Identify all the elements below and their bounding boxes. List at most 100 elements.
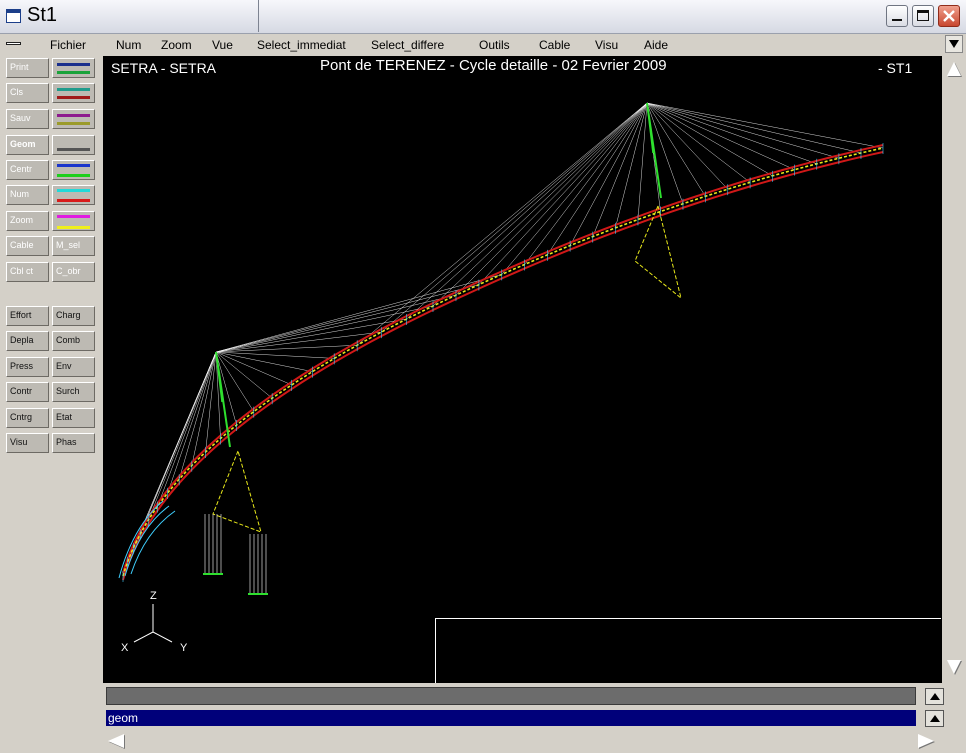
contr-button[interactable]: Contr — [6, 382, 49, 402]
color-swatch-button[interactable] — [52, 109, 95, 129]
m-sel-button[interactable]: M_sel — [52, 236, 95, 256]
menu-num[interactable]: Num — [116, 38, 141, 52]
stay-cable — [157, 351, 217, 507]
color-swatch — [57, 174, 90, 177]
stay-cable — [381, 102, 648, 333]
print-button[interactable]: Print — [6, 58, 49, 78]
stay-cable — [215, 351, 273, 399]
stay-cable — [215, 351, 335, 359]
cable-button[interactable]: Cable — [6, 236, 49, 256]
stay-cable — [406, 102, 648, 320]
menu-dropdown-button[interactable] — [945, 35, 963, 53]
menu-handle-icon[interactable] — [6, 42, 21, 45]
maximize-button[interactable] — [912, 5, 934, 27]
arrow-up-icon — [930, 715, 940, 722]
history-up-button[interactable] — [925, 688, 944, 705]
menu-cable[interactable]: Cable — [539, 38, 570, 52]
cntrg-button[interactable]: Cntrg — [6, 408, 49, 428]
minimize-button[interactable] — [886, 5, 908, 27]
stay-cable — [646, 102, 839, 159]
color-swatch — [57, 114, 90, 117]
color-swatch — [57, 88, 90, 91]
stay-cable — [646, 102, 817, 165]
color-swatch-button[interactable] — [52, 160, 95, 180]
menu-select-differe[interactable]: Select_differe — [371, 38, 444, 52]
menu-zoom[interactable]: Zoom — [161, 38, 192, 52]
stay-cable — [524, 102, 648, 265]
arrow-up-icon — [930, 693, 940, 700]
menu-outils[interactable]: Outils — [479, 38, 510, 52]
stay-cable — [215, 318, 407, 353]
color-swatch — [57, 71, 90, 74]
close-button[interactable] — [938, 5, 960, 27]
pylon — [646, 102, 654, 154]
press-button[interactable]: Press — [6, 357, 49, 377]
color-swatch — [57, 215, 90, 218]
charg-button[interactable]: Charg — [52, 306, 95, 326]
menu-vue[interactable]: Vue — [212, 38, 233, 52]
cbl-ct-button[interactable]: Cbl ct — [6, 262, 49, 282]
menu-select-immediat[interactable]: Select_immediat — [257, 38, 346, 52]
pier-frame — [212, 450, 262, 533]
stay-cable — [215, 305, 434, 353]
etat-button[interactable]: Etat — [52, 408, 95, 428]
comb-button[interactable]: Comb — [52, 331, 95, 351]
deck-edge-top — [122, 144, 884, 574]
info-box — [435, 618, 941, 683]
vertical-scrollbar[interactable] — [943, 56, 965, 683]
phas-button[interactable]: Phas — [52, 433, 95, 453]
sauv-button[interactable]: Sauv — [6, 109, 49, 129]
stay-cable — [215, 351, 313, 372]
stay-cable — [646, 102, 684, 204]
stay-cable — [455, 102, 648, 296]
zoom-button[interactable]: Zoom — [6, 211, 49, 231]
scroll-left-icon[interactable] — [108, 734, 124, 748]
centr-button[interactable]: Centr — [6, 160, 49, 180]
c-obr-button[interactable]: C_obr — [52, 262, 95, 282]
model-viewport[interactable] — [103, 56, 942, 683]
color-swatch — [57, 63, 90, 66]
stay-cable — [646, 102, 706, 197]
color-swatch-button[interactable] — [52, 83, 95, 103]
command-up-button[interactable] — [925, 710, 944, 727]
color-swatch-button[interactable] — [52, 58, 95, 78]
color-swatch — [57, 164, 90, 167]
window-app-icon[interactable] — [6, 9, 21, 23]
title-bar: St1 — [0, 0, 966, 34]
depla-button[interactable]: Depla — [6, 331, 49, 351]
stay-cable — [139, 351, 217, 535]
bridge-wireframe — [118, 102, 884, 595]
num-button[interactable]: Num — [6, 185, 49, 205]
geom-button[interactable]: Geom — [6, 135, 49, 155]
visu-button[interactable]: Visu — [6, 433, 49, 453]
stay-cable — [357, 102, 648, 346]
menu-aide[interactable]: Aide — [644, 38, 668, 52]
env-button[interactable]: Env — [52, 357, 95, 377]
cls-button[interactable]: Cls — [6, 83, 49, 103]
color-swatch-button[interactable] — [52, 135, 95, 155]
color-swatch — [57, 199, 90, 202]
stay-cable — [178, 351, 217, 480]
color-swatch — [57, 122, 90, 125]
scroll-right-icon[interactable] — [918, 734, 934, 748]
color-swatch-button[interactable] — [52, 185, 95, 205]
stay-cable — [432, 102, 648, 307]
stay-cable — [215, 284, 479, 353]
deck-centerline — [122, 147, 884, 577]
surch-button[interactable]: Surch — [52, 382, 95, 402]
menu-visu[interactable]: Visu — [595, 38, 618, 52]
menu-fichier[interactable]: Fichier — [50, 38, 86, 52]
window-title: St1 — [27, 4, 58, 26]
deck-edge-bottom — [122, 151, 884, 581]
color-swatch — [57, 189, 90, 192]
color-swatch-button[interactable] — [52, 211, 95, 231]
command-input[interactable] — [106, 710, 916, 726]
scroll-up-icon[interactable] — [947, 62, 961, 76]
stay-cable — [215, 294, 457, 353]
effort-button[interactable]: Effort — [6, 306, 49, 326]
scroll-down-icon[interactable] — [947, 660, 961, 674]
close-icon — [943, 10, 955, 22]
maximize-icon — [917, 10, 929, 21]
axis-triad-icon — [133, 604, 173, 643]
pylon — [215, 351, 223, 403]
